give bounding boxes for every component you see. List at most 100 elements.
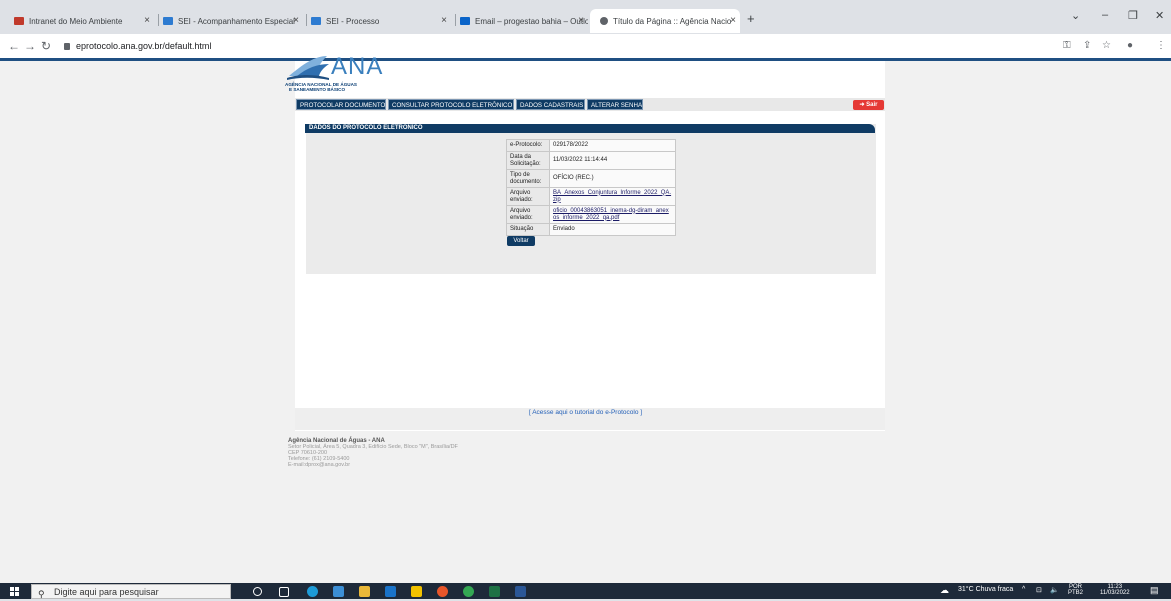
tab-title: Título da Página :: Agência Nacio: [613, 16, 732, 26]
close-tab-icon[interactable]: ×: [441, 15, 447, 26]
tab-separator: [158, 14, 159, 26]
menu-dados-cadastrais[interactable]: DADOS CADASTRAIS: [516, 99, 585, 110]
intranet-favicon-icon: [14, 17, 24, 25]
new-tab-button[interactable]: +: [747, 11, 755, 26]
volume-icon[interactable]: 🔈: [1050, 586, 1059, 594]
menu-protocolar-documento[interactable]: PROTOCOLAR DOCUMENTO: [296, 99, 386, 110]
excel-icon[interactable]: [489, 586, 500, 597]
tab-separator: [455, 14, 456, 26]
close-tab-icon[interactable]: ×: [578, 15, 584, 26]
share-icon[interactable]: ⇪: [1083, 40, 1091, 51]
row-value: oficio_00043863051_inema-dg-diram_anexos…: [549, 205, 676, 224]
windows-start-icon[interactable]: [10, 587, 19, 596]
chrome-icon[interactable]: [463, 586, 474, 597]
menu-consultar-protocolo[interactable]: CONSULTAR PROTOCOLO ELETRÔNICO: [388, 99, 514, 110]
restore-icon[interactable]: ❐: [1128, 9, 1138, 22]
weather-icon[interactable]: ☁: [940, 585, 949, 596]
protocol-details-table: e-Protocolo: 029178/2022 Data da Solicit…: [506, 139, 676, 236]
task-view-icon[interactable]: [279, 587, 289, 597]
close-tab-icon[interactable]: ×: [730, 15, 736, 26]
firefox-icon[interactable]: [437, 586, 448, 597]
tab-title: SEI - Acompanhamento Especial: [178, 16, 295, 26]
minimize-icon[interactable]: –: [1102, 9, 1108, 21]
cortana-icon[interactable]: [253, 587, 262, 596]
row-value: BA_Anexos_Conjuntura_Informe_2022_QA.zip: [549, 187, 676, 206]
keyboard-layout: PTB2: [1068, 590, 1084, 596]
logo-subtitle: AGÊNCIA NACIONAL DE ÁGUAS E SANEAMENTO B…: [285, 82, 405, 92]
url-field[interactable]: eprotocolo.ana.gov.br/default.html: [64, 41, 211, 51]
reload-icon[interactable]: ↻: [41, 39, 51, 53]
tab-sei-processo[interactable]: SEI - Processo ×: [311, 9, 451, 33]
tab-sei-acompanhamento[interactable]: SEI - Acompanhamento Especial ×: [163, 9, 303, 33]
row-label: Tipo de documento:: [506, 169, 550, 188]
tab-title: Intranet do Meio Ambiente: [29, 16, 123, 26]
notifications-icon[interactable]: ▤: [1150, 585, 1159, 596]
tab-title: SEI - Processo: [326, 16, 380, 26]
attachment-link-zip[interactable]: BA_Anexos_Conjuntura_Informe_2022_QA.zip: [553, 190, 671, 203]
clock[interactable]: 11:23 11/03/2022: [1100, 584, 1130, 596]
logout-button[interactable]: ➜ Sair: [853, 100, 884, 110]
address-bar: ← → ↻ eprotocolo.ana.gov.br/default.html…: [0, 34, 1171, 61]
logo-subtitle-line2: E SANEAMENTO BÁSICO: [289, 87, 346, 92]
lock-icon: [64, 42, 70, 50]
sei-favicon-icon: [311, 17, 321, 25]
store-icon[interactable]: [333, 586, 344, 597]
star-icon[interactable]: ☆: [1102, 40, 1111, 51]
exit-arrow-icon: ➜: [859, 102, 865, 108]
table-row: Tipo de documento: OFÍCIO (REC.): [506, 169, 676, 188]
close-tab-icon[interactable]: ×: [144, 15, 150, 26]
close-window-icon[interactable]: ✕: [1155, 9, 1164, 22]
menu-alterar-senha[interactable]: ALTERAR SENHA: [587, 99, 643, 110]
table-row: Situação Enviado: [506, 223, 676, 236]
chevron-down-icon[interactable]: ⌄: [1071, 9, 1080, 22]
footer: Agência Nacional de Águas - ANA Setor Po…: [288, 438, 458, 468]
mail-icon[interactable]: [385, 586, 396, 597]
close-tab-icon[interactable]: ×: [293, 15, 299, 26]
row-label: Situação: [506, 223, 550, 236]
language-indicator[interactable]: POR PTB2: [1068, 584, 1083, 596]
row-label: Data da Solicitação:: [506, 151, 550, 170]
row-label: e-Protocolo:: [506, 139, 550, 152]
menu-dots-icon[interactable]: ⋮: [1156, 40, 1166, 51]
profile-icon[interactable]: ●: [1127, 40, 1133, 51]
tab-intranet[interactable]: Intranet do Meio Ambiente ×: [14, 9, 154, 33]
table-row: e-Protocolo: 029178/2022: [506, 139, 676, 152]
key-icon[interactable]: ⚿: [1063, 40, 1071, 51]
logo-wordmark: ANA: [331, 53, 384, 80]
panel-title: DADOS DO PROTOCOLO ELETRÔNICO: [305, 124, 875, 133]
row-value: 11/03/2022 11:14:44: [549, 151, 676, 170]
tab-title: Email – progestao bahia – Outlo: [475, 16, 588, 26]
tab-separator: [306, 14, 307, 26]
logout-label: Sair: [866, 102, 878, 108]
table-row: Arquivo enviado: BA_Anexos_Conjuntura_In…: [506, 187, 676, 206]
taskbar-search-input[interactable]: ⚲ Digite aqui para pesquisar: [31, 584, 231, 599]
url-text: eprotocolo.ana.gov.br/default.html: [76, 41, 212, 51]
search-placeholder: Digite aqui para pesquisar: [54, 587, 159, 597]
row-label: Arquivo enviado:: [506, 187, 550, 206]
row-value: Enviado: [549, 223, 676, 236]
footer-email: E-mail:dprox@ana.gov.br: [288, 462, 351, 468]
clock-date: 11/03/2022: [1100, 590, 1130, 596]
back-button[interactable]: Voltar: [507, 236, 535, 246]
edge-icon[interactable]: [307, 586, 318, 597]
outlook-favicon-icon: [460, 17, 470, 25]
sticky-notes-icon[interactable]: [411, 586, 422, 597]
tray-chevron-icon[interactable]: ^: [1022, 586, 1025, 593]
weather-text[interactable]: 31°C Chuva fraca: [958, 586, 1013, 593]
network-icon[interactable]: ⊡: [1036, 586, 1042, 594]
row-value: OFÍCIO (REC.): [549, 169, 676, 188]
back-arrow-icon[interactable]: ←: [8, 39, 20, 53]
globe-favicon-icon: [600, 17, 608, 25]
file-explorer-icon[interactable]: [359, 586, 370, 597]
tab-email-outlook[interactable]: Email – progestao bahia – Outlo ×: [460, 9, 588, 33]
sei-favicon-icon: [163, 17, 173, 25]
row-label: Arquivo enviado:: [506, 205, 550, 224]
tutorial-link[interactable]: [ Acesse aqui o tutorial do e-Protocolo …: [0, 409, 1171, 416]
attachment-link-pdf[interactable]: oficio_00043863051_inema-dg-diram_anexos…: [553, 208, 669, 221]
table-row: Data da Solicitação: 11/03/2022 11:14:44: [506, 151, 676, 170]
tab-agencia-nacional[interactable]: Título da Página :: Agência Nacio ×: [590, 9, 740, 33]
forward-arrow-icon[interactable]: →: [24, 39, 36, 53]
word-icon[interactable]: [515, 586, 526, 597]
row-value: 029178/2022: [549, 139, 676, 152]
table-row: Arquivo enviado: oficio_00043863051_inem…: [506, 205, 676, 224]
